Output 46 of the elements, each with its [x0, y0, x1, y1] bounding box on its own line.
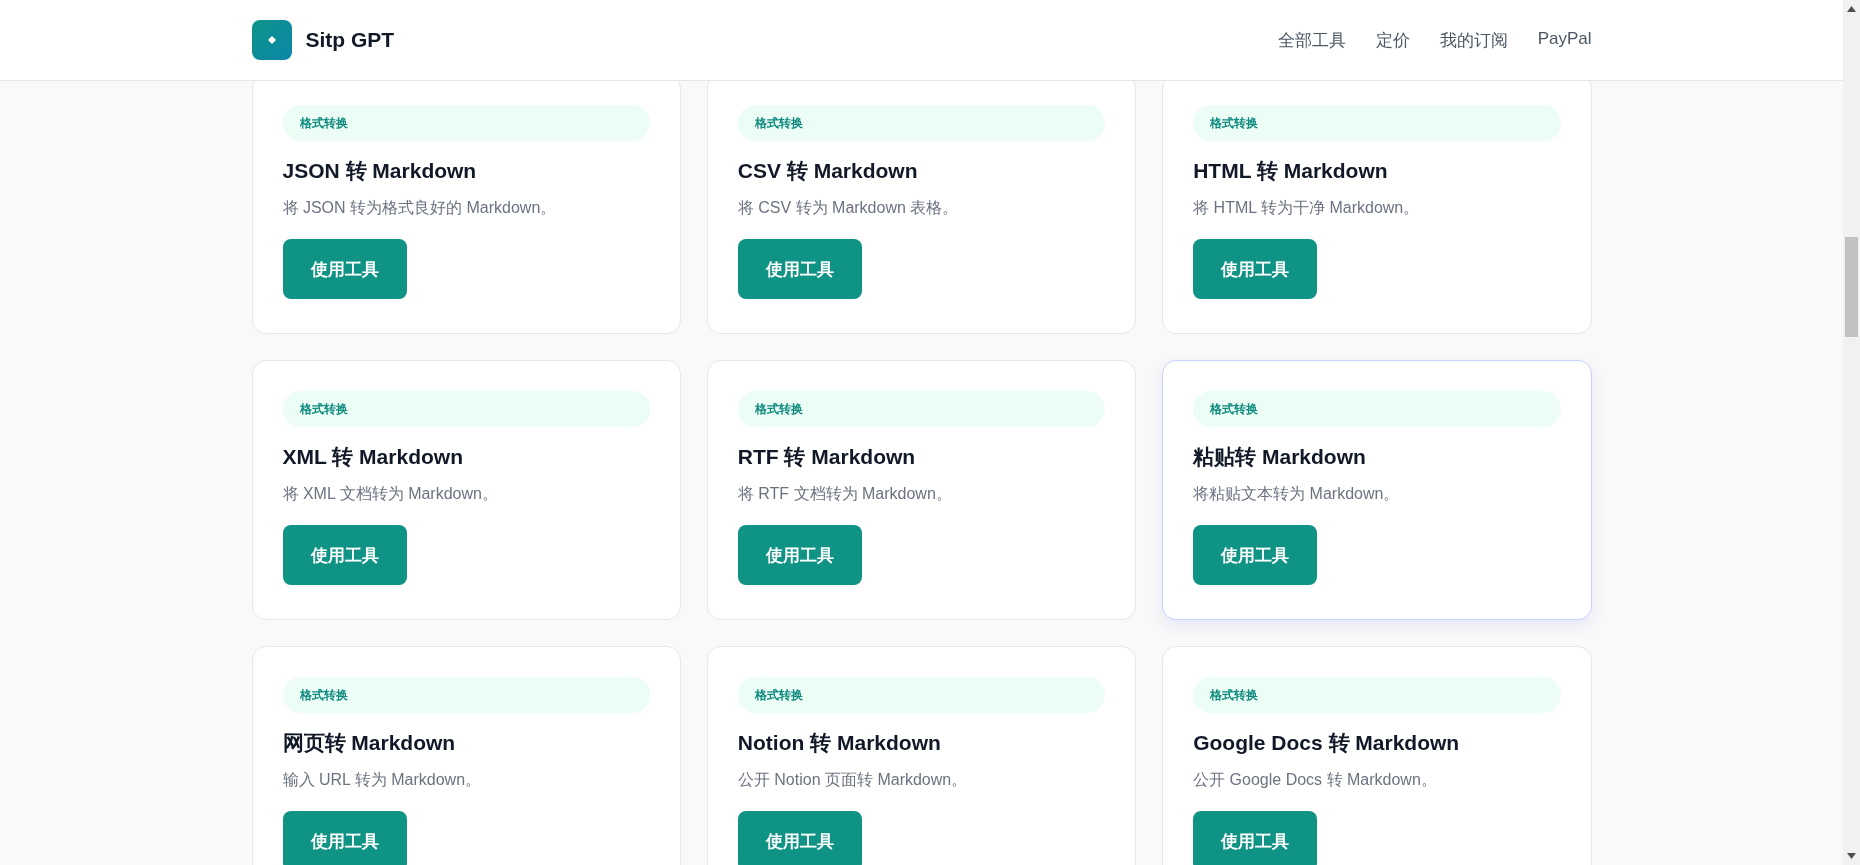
nav-link[interactable]: PayPal [1537, 28, 1592, 52]
tool-description: 输入 URL 转为 Markdown。 [282, 770, 482, 790]
tool-description: 将 JSON 转为格式良好的 Markdown。 [282, 198, 557, 218]
scrollbar[interactable] [1843, 0, 1860, 865]
tool-title: Notion 转 Markdown [737, 730, 941, 756]
use-tool-button[interactable]: 使用工具 [737, 525, 862, 585]
tool-title: Google Docs 转 Markdown [1193, 730, 1460, 756]
tool-title: HTML 转 Markdown [1193, 158, 1388, 184]
tool-description: 公开 Google Docs 转 Markdown。 [1193, 770, 1437, 790]
category-tag: 格式转换 [282, 391, 650, 427]
use-tool-button[interactable]: 使用工具 [737, 811, 862, 865]
use-tool-button[interactable]: 使用工具 [1193, 811, 1318, 865]
brand-name: Sitp GPT [305, 28, 395, 52]
tool-title: RTF 转 Markdown [737, 444, 916, 470]
use-tool-button[interactable]: 使用工具 [1193, 239, 1318, 299]
tool-description: 将 RTF 文档转为 Markdown。 [737, 484, 952, 504]
category-tag: 格式转换 [737, 105, 1106, 141]
tool-description: 公开 Notion 页面转 Markdown。 [737, 770, 968, 790]
scroll-up-icon[interactable] [1847, 6, 1856, 12]
category-tag: 格式转换 [1193, 391, 1561, 427]
tool-description: 将 XML 文档转为 Markdown。 [282, 484, 498, 504]
use-tool-button[interactable]: 使用工具 [282, 525, 407, 585]
tool-description: 将粘贴文本转为 Markdown。 [1193, 484, 1400, 504]
use-tool-button[interactable]: 使用工具 [737, 239, 862, 299]
nav-link[interactable]: 全部工具 [1277, 28, 1346, 52]
scrollbar-thumb[interactable] [1845, 237, 1858, 337]
tool-title: JSON 转 Markdown [282, 158, 477, 184]
category-tag: 格式转换 [737, 391, 1106, 427]
category-tag: 格式转换 [282, 105, 650, 141]
category-tag: 格式转换 [737, 677, 1106, 713]
tool-title: CSV 转 Markdown [737, 158, 918, 184]
nav-link[interactable]: 我的订阅 [1439, 28, 1508, 52]
tool-title: XML 转 Markdown [282, 444, 463, 470]
category-tag: 格式转换 [282, 677, 650, 713]
tool-title: 粘贴转 Markdown [1193, 444, 1366, 470]
tool-description: 将 CSV 转为 Markdown 表格。 [737, 198, 959, 218]
category-tag: 格式转换 [1193, 677, 1561, 713]
nav-link[interactable]: 定价 [1375, 28, 1410, 52]
scroll-down-icon[interactable] [1847, 853, 1856, 859]
use-tool-button[interactable]: 使用工具 [1193, 525, 1318, 585]
use-tool-button[interactable]: 使用工具 [282, 811, 407, 865]
tool-description: 将 HTML 转为干净 Markdown。 [1193, 198, 1420, 218]
use-tool-button[interactable]: 使用工具 [282, 239, 407, 299]
category-tag: 格式转换 [1193, 105, 1561, 141]
logo-icon [251, 20, 292, 60]
tool-title: 网页转 Markdown [282, 730, 456, 756]
